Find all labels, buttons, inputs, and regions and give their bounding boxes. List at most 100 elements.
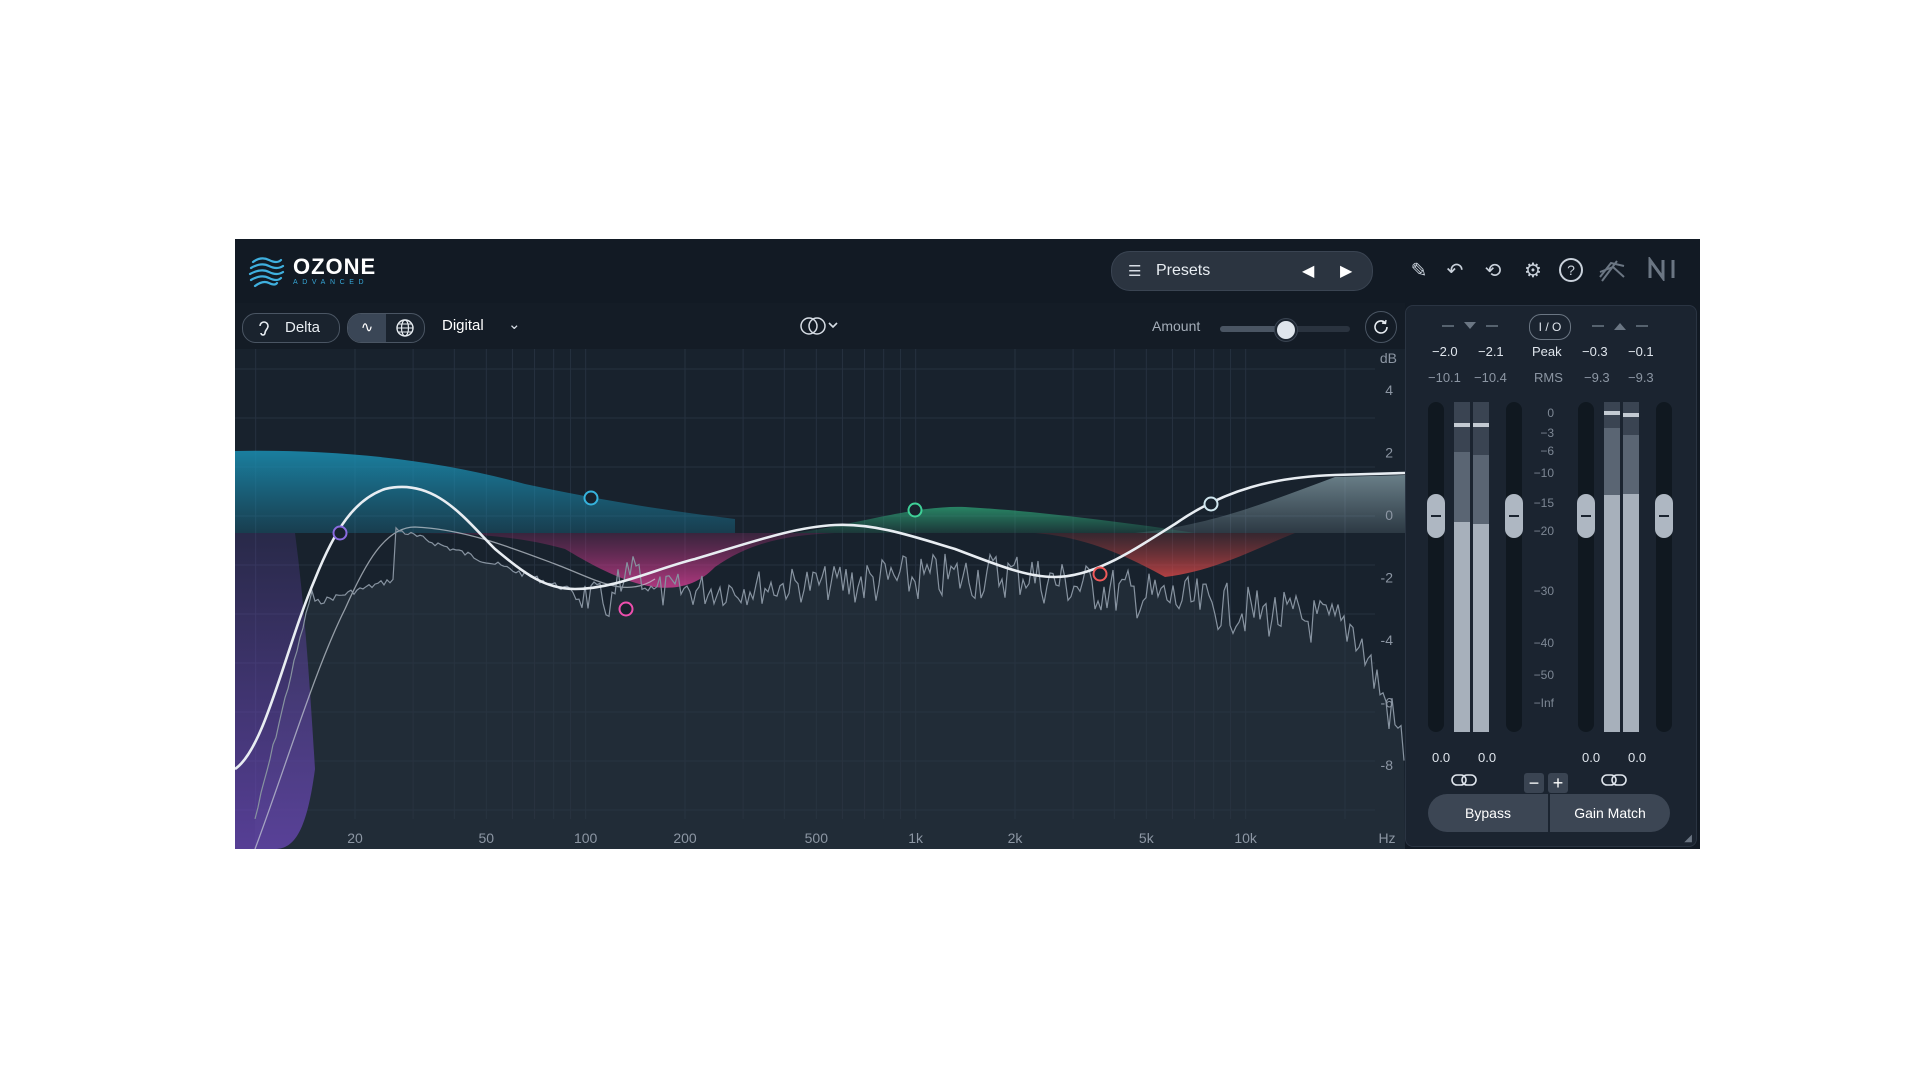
preset-next-icon[interactable]: ▶ <box>1340 261 1352 281</box>
db-tick-label: 0 <box>1385 507 1393 523</box>
low-cut-band-node[interactable] <box>332 525 348 541</box>
help-icon[interactable]: ? <box>1557 257 1585 285</box>
high-mid-band-node[interactable] <box>1092 566 1108 582</box>
input-right-peak-bar <box>1473 524 1489 732</box>
view-toggle[interactable]: ∿ <box>347 313 425 343</box>
processing-mode-select[interactable]: Digital <box>442 317 484 334</box>
db-tick-label: -4 <box>1381 632 1394 648</box>
gain-match-button[interactable]: Gain Match <box>1550 794 1670 832</box>
meter-scale-label: −10 <box>1533 466 1554 480</box>
input-peak-right: −2.1 <box>1478 344 1504 359</box>
stereo-mode-icon[interactable] <box>799 316 841 341</box>
rms-label: RMS <box>1534 370 1563 385</box>
output-link-icon[interactable] <box>1600 772 1628 793</box>
ozone-plugin-window: OZONE ADVANCED ☰ Presets ◀ ▶ ✎ ↶ ⟲ ⚙ ? D… <box>235 239 1700 849</box>
bypass-button[interactable]: Bypass <box>1428 794 1548 832</box>
output-left-fader-handle[interactable] <box>1577 494 1595 538</box>
pencil-icon[interactable]: ✎ <box>1405 257 1433 285</box>
help-icon-svg: ? <box>1559 258 1583 282</box>
ozone-mark-icon[interactable] <box>1597 257 1625 285</box>
meter-scale-label: −40 <box>1533 636 1554 650</box>
db-tick-label: -8 <box>1381 757 1394 773</box>
meter-scale-label: −30 <box>1533 584 1554 598</box>
output-gain-right[interactable]: 0.0 <box>1628 750 1646 765</box>
chevron-down-icon[interactable]: ⌄ <box>508 315 521 333</box>
db-tick-label: 4 <box>1385 382 1393 398</box>
logo-subtitle: ADVANCED <box>293 278 369 286</box>
eq-graph[interactable]: dB 420-2-4-6-8 20 50 100 200 500 1k 2k 5k 10k Hz <box>235 349 1405 849</box>
input-left-peak-bar <box>1454 521 1470 732</box>
ozone-mark-svg <box>1599 260 1625 282</box>
output-right-fader-track[interactable] <box>1656 402 1672 732</box>
gear-icon[interactable]: ⚙ <box>1519 257 1547 285</box>
svg-text:?: ? <box>1567 262 1575 278</box>
resize-handle-icon[interactable]: ◢ <box>1684 833 1692 844</box>
meter-scale-label: −6 <box>1540 444 1554 458</box>
gain-increment-button[interactable]: + <box>1548 773 1568 793</box>
freq-tick-label: 1k <box>908 830 924 846</box>
freq-tick-label: 200 <box>673 830 697 846</box>
freq-tick-label: 100 <box>574 830 598 846</box>
io-toggle-button[interactable]: I / O <box>1529 314 1571 340</box>
output-left-peak-bar <box>1604 495 1620 732</box>
freq-tick-label: 500 <box>805 830 829 846</box>
low-shelf-band-node[interactable] <box>583 490 599 506</box>
globe-icon[interactable] <box>386 314 424 342</box>
history-icon[interactable]: ⟲ <box>1479 257 1507 285</box>
meter-scale-label: −50 <box>1533 668 1554 682</box>
output-peak-right: −0.1 <box>1628 344 1654 359</box>
high-shelf-band-node[interactable] <box>1203 496 1219 512</box>
low-mid-band-node[interactable] <box>618 601 634 617</box>
output-left-fader-track[interactable] <box>1578 402 1594 732</box>
presets-bar[interactable]: ☰ Presets ◀ ▶ <box>1111 251 1373 291</box>
db-tick-label: 2 <box>1385 445 1393 461</box>
amount-slider-handle[interactable] <box>1275 319 1297 341</box>
input-left-fader-track[interactable] <box>1428 402 1444 732</box>
meter-scale-label: 0 <box>1547 406 1554 420</box>
db-tick-label: -2 <box>1381 570 1394 586</box>
meter-scale-label: −20 <box>1533 524 1554 538</box>
delta-button[interactable]: Delta <box>242 313 340 343</box>
input-link-icon[interactable] <box>1450 772 1478 793</box>
input-gain-left[interactable]: 0.0 <box>1432 750 1450 765</box>
input-left-peak-hold <box>1454 423 1470 427</box>
amount-label: Amount <box>1152 318 1201 334</box>
input-rms-right: −10.4 <box>1474 370 1507 385</box>
preset-previous-icon[interactable]: ◀ <box>1302 261 1314 281</box>
input-gain-right[interactable]: 0.0 <box>1478 750 1496 765</box>
ozone-logo: OZONE ADVANCED <box>247 251 376 291</box>
peak-label: Peak <box>1532 344 1562 359</box>
freq-tick-label: 20 <box>347 830 363 846</box>
input-right-peak-hold <box>1473 423 1489 427</box>
io-meter-panel: I / O −2.0 −2.1 Peak −0.3 −0.1 −10.1 −10… <box>1405 305 1697 847</box>
hz-unit-label: Hz <box>1378 830 1395 846</box>
freq-tick-label: 2k <box>1008 830 1024 846</box>
output-right-peak-hold <box>1623 413 1639 417</box>
meter-scale-label: −15 <box>1533 496 1554 510</box>
ozone-logo-icon <box>248 257 285 288</box>
list-icon: ☰ <box>1128 263 1142 280</box>
ni-logo-svg <box>1648 255 1675 283</box>
eq-toolbar: Delta ∿ Digital ⌄ Amount <box>235 303 1405 349</box>
presets-label[interactable]: Presets <box>1156 262 1210 280</box>
waveform-view-icon[interactable]: ∿ <box>348 314 386 342</box>
meter-scale-label: −Inf <box>1533 696 1554 710</box>
output-gain-left[interactable]: 0.0 <box>1582 750 1600 765</box>
output-arrow-icon <box>1592 323 1648 330</box>
output-right-peak-bar <box>1623 494 1639 732</box>
delta-label: Delta <box>285 319 321 336</box>
undo-icon[interactable]: ↶ <box>1441 257 1469 285</box>
mid-band-node[interactable] <box>907 502 923 518</box>
output-left-peak-hold <box>1604 411 1620 415</box>
freq-tick-label: 10k <box>1234 830 1258 846</box>
ear-icon <box>257 319 271 340</box>
learn-icon[interactable] <box>1365 311 1397 343</box>
output-rms-left: −9.3 <box>1584 370 1610 385</box>
output-rms-right: −9.3 <box>1628 370 1654 385</box>
input-left-fader-handle[interactable] <box>1427 494 1445 538</box>
output-right-fader-handle[interactable] <box>1655 494 1673 538</box>
input-peak-left: −2.0 <box>1432 344 1458 359</box>
ni-logo-icon <box>1647 255 1675 285</box>
gain-decrement-button[interactable]: − <box>1524 773 1544 793</box>
eq-display[interactable]: dB 4 2 0 -2 -4 -6 -8 20 50 100 200 500 1k 2k 5k 10k Hz <box>235 349 1405 849</box>
